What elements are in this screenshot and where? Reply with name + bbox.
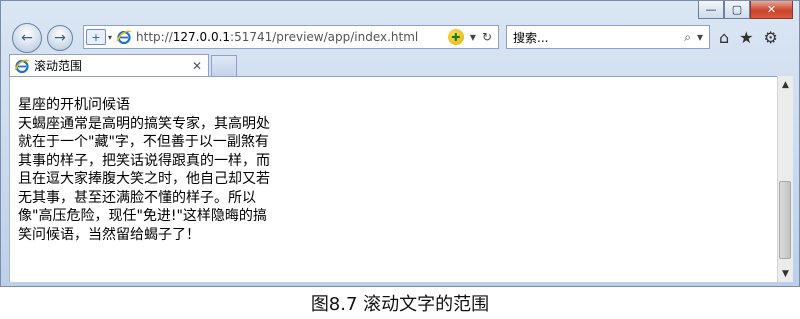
chevron-down-icon[interactable]: ▾ bbox=[697, 30, 703, 44]
window-controls: — ▢ ✕ bbox=[698, 1, 793, 19]
toolbar-icons: ⌂ ★ ⚙ bbox=[719, 28, 778, 47]
url-text[interactable]: http://127.0.0.1:51741/preview/app/index… bbox=[136, 30, 448, 44]
back-button[interactable]: ← bbox=[12, 23, 42, 53]
chevron-down-icon[interactable]: ▾ bbox=[470, 30, 476, 44]
settings-gear-icon[interactable]: ⚙ bbox=[764, 28, 778, 47]
scroll-up-icon[interactable]: ▲ bbox=[778, 76, 793, 93]
maximize-button[interactable]: ▢ bbox=[724, 1, 750, 19]
chevron-down-icon[interactable]: ▾ bbox=[108, 33, 112, 42]
close-window-button[interactable]: ✕ bbox=[750, 1, 793, 19]
scrolling-text: 星座的开机问候语 天蝎座通常是高明的搞笑专家，其高明处 就在于一个"藏"字，不但… bbox=[18, 97, 270, 243]
figure-caption: 图8.7 滚动文字的范围 bbox=[310, 294, 490, 315]
ie-page-icon bbox=[116, 30, 132, 45]
search-box[interactable]: 搜索... ⌕ ▾ bbox=[506, 25, 710, 49]
tab-title: 滚动范围 bbox=[34, 59, 83, 73]
browser-window: — ▢ ✕ ← → + ▾ http://127.0.0.1:51741/pre… bbox=[0, 0, 800, 287]
scroll-down-icon[interactable]: ▼ bbox=[778, 265, 793, 282]
back-arrow-icon: ← bbox=[21, 30, 33, 46]
address-bar[interactable]: + ▾ http://127.0.0.1:51741/preview/app/i… bbox=[83, 25, 499, 49]
security-shield-icon[interactable]: + bbox=[86, 29, 106, 45]
search-icon[interactable]: ⌕ bbox=[684, 30, 691, 45]
ie-tab-icon bbox=[14, 59, 30, 73]
refresh-icon[interactable]: ↻ bbox=[482, 30, 492, 44]
tab-active[interactable]: 滚动范围 ✕ bbox=[9, 54, 209, 76]
tab-bar: 滚动范围 ✕ bbox=[1, 54, 799, 76]
forward-button[interactable]: → bbox=[47, 25, 73, 51]
vertical-scrollbar[interactable]: ▲ ▼ bbox=[777, 76, 793, 282]
new-tab-button[interactable] bbox=[211, 55, 237, 76]
home-icon[interactable]: ⌂ bbox=[719, 28, 729, 47]
scrollbar-thumb[interactable] bbox=[779, 181, 791, 259]
address-tools: ✚ ▾ ↻ bbox=[447, 29, 492, 45]
favorites-star-icon[interactable]: ★ bbox=[739, 28, 753, 47]
forward-arrow-icon: → bbox=[54, 30, 66, 46]
page-content[interactable]: 星座的开机问候语 天蝎座通常是高明的搞笑专家，其高明处 就在于一个"藏"字，不但… bbox=[9, 76, 777, 282]
close-tab-icon[interactable]: ✕ bbox=[192, 59, 202, 73]
minimize-button[interactable]: — bbox=[698, 1, 724, 19]
compatibility-view-icon[interactable]: ✚ bbox=[447, 29, 464, 45]
search-placeholder[interactable]: 搜索... bbox=[513, 29, 548, 46]
